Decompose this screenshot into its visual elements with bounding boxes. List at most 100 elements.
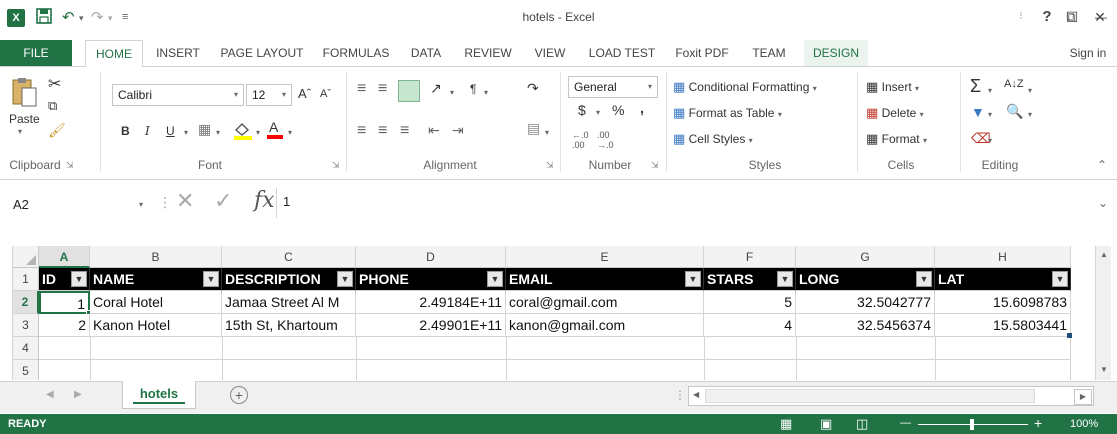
paste-icon[interactable] [10,76,38,111]
delete-cells-button[interactable]: ▦ Delete ▾ [866,105,924,121]
table-cell[interactable]: 15th St, Khartoum [222,314,356,337]
name-box[interactable]: A2 ▾ [13,192,143,218]
cell-styles-button[interactable]: ▦ Cell Styles ▾ [673,131,753,147]
page-layout-view-icon[interactable]: ▣ [820,416,832,432]
table-cell[interactable]: kanon@gmail.com [506,314,704,337]
autosum-dropdown-icon[interactable]: ▾ [988,86,992,95]
table-cell[interactable]: 15.6098783 [935,291,1071,314]
percent-button[interactable]: % [612,102,624,118]
paste-dropdown-icon[interactable]: ▾ [18,127,22,136]
fill-dropdown-icon[interactable]: ▾ [988,110,992,119]
align-right-icon[interactable]: ≡ [400,122,409,140]
row-header[interactable]: 1 [13,268,39,291]
column-header[interactable]: B [90,246,222,268]
font-name-combo[interactable]: Calibri ▾ [112,84,244,106]
row-header[interactable]: 5 [13,360,39,380]
fill-icon[interactable]: ▼ [971,104,985,120]
currency-dropdown-icon[interactable]: ▾ [596,108,600,117]
table-resize-handle[interactable] [1067,333,1072,338]
table-cell[interactable]: 1 [39,291,90,314]
collapse-ribbon-icon[interactable]: ⌃ [1097,158,1107,172]
orientation-dropdown-icon[interactable]: ▾ [450,88,454,97]
column-header[interactable]: A [39,246,90,268]
fill-color-icon[interactable] [232,120,254,143]
increase-font-icon[interactable]: Aˆ [298,86,311,101]
align-left-icon[interactable]: ≡ [357,122,366,140]
underline-dropdown-icon[interactable]: ▾ [184,128,188,137]
filter-dropdown-icon[interactable]: ▼ [203,271,219,287]
decrease-decimal-icon[interactable]: .00 →.0 [597,130,614,150]
table-header-cell[interactable]: EMAIL ▼ [506,268,704,291]
row-header[interactable]: 4 [13,337,39,360]
filter-dropdown-icon[interactable]: ▼ [337,271,353,287]
orientation-icon[interactable]: ↗ [430,80,442,97]
top-align-icon[interactable]: ≡ [357,80,366,98]
empty-row[interactable] [39,337,1071,360]
page-break-view-icon[interactable]: ◫ [856,416,868,432]
close-button[interactable]: ✕ [1088,6,1112,28]
formula-input[interactable]: 1 [283,194,290,209]
vertical-scrollbar[interactable]: ▲ ▼ [1095,246,1111,380]
font-color-dropdown-icon[interactable]: ▾ [288,128,292,137]
zoom-out-button[interactable]: — [900,417,911,429]
paragraph-direction-icon[interactable]: ¶ [470,82,476,96]
empty-row[interactable] [39,360,1071,380]
tab-insert[interactable]: INSERT [150,40,206,66]
prev-sheet-icon[interactable]: ◀ [46,389,54,400]
table-header-cell[interactable]: LAT ▼ [935,268,1071,291]
column-header[interactable]: E [506,246,704,268]
tab-load-test[interactable]: LOAD TEST [584,40,660,66]
comma-button[interactable]: , [640,100,644,116]
row-header[interactable]: 3 [13,314,39,337]
table-cell[interactable]: 2 [39,314,90,337]
decrease-font-icon[interactable]: Aˇ [320,88,331,100]
filter-dropdown-icon[interactable]: ▼ [916,271,932,287]
maximize-button[interactable]: ☐ [1062,6,1082,28]
table-cell[interactable]: 2.49184E+11 [356,291,506,314]
italic-button[interactable]: I [145,124,150,138]
tab-home[interactable]: HOME [85,40,143,67]
table-cell[interactable]: 5 [704,291,796,314]
tab-data[interactable]: DATA [402,40,450,66]
scroll-down-icon[interactable]: ▼ [1096,365,1112,374]
table-cell[interactable]: coral@gmail.com [506,291,704,314]
row-header[interactable]: 2 [13,291,39,314]
tab-foxit-pdf[interactable]: Foxit PDF [668,40,736,66]
table-header-cell[interactable]: STARS ▼ [704,268,796,291]
font-color-icon[interactable]: A [266,118,284,143]
column-header[interactable]: F [704,246,796,268]
tab-design[interactable]: DESIGN [804,40,868,66]
sort-filter-icon[interactable]: A↓Z [1004,78,1024,90]
filter-dropdown-icon[interactable]: ▼ [777,271,793,287]
tab-team[interactable]: TEAM [744,40,794,66]
sign-in-link[interactable]: Sign in [1062,40,1114,66]
decrease-indent-icon[interactable]: ⇤ [428,122,440,139]
format-as-table-button[interactable]: ▦ Format as Table ▾ [673,105,782,121]
scroll-left-icon[interactable]: ◀ [693,390,699,399]
next-sheet-icon[interactable]: ▶ [74,389,82,400]
sort-filter-dropdown-icon[interactable]: ▾ [1028,86,1032,95]
table-header-cell[interactable]: PHONE ▼ [356,268,506,291]
column-header[interactable]: C [222,246,356,268]
insert-function-button[interactable]: fx [254,188,275,213]
table-header-cell[interactable]: NAME ▼ [90,268,222,291]
merge-center-icon[interactable]: ▤ [527,120,540,137]
copy-icon[interactable]: ⧉ [48,98,57,114]
paste-button[interactable]: Paste [9,112,40,126]
autosum-icon[interactable]: Σ [970,76,981,97]
number-launcher-icon[interactable]: ⇲ [651,160,659,171]
format-cells-button[interactable]: ▦ Format ▾ [866,131,927,147]
column-header[interactable]: D [356,246,506,268]
borders-icon[interactable]: ▦ [198,121,211,138]
zoom-in-button[interactable]: + [1034,415,1042,431]
paragraph-direction-dropdown-icon[interactable]: ▾ [484,88,488,97]
fill-color-dropdown-icon[interactable]: ▾ [256,128,260,137]
find-select-icon[interactable]: 🔍 [1006,103,1023,120]
cancel-entry-button[interactable]: ✕ [176,188,194,214]
table-header-cell[interactable]: DESCRIPTION ▼ [222,268,356,291]
fill-handle[interactable] [86,310,91,315]
clipboard-launcher-icon[interactable]: ⇲ [66,160,74,171]
table-header-cell[interactable]: ID ▼ [39,268,90,291]
wrap-text-icon[interactable]: ↷ [527,80,539,97]
number-format-combo[interactable]: General ▾ [568,76,658,98]
